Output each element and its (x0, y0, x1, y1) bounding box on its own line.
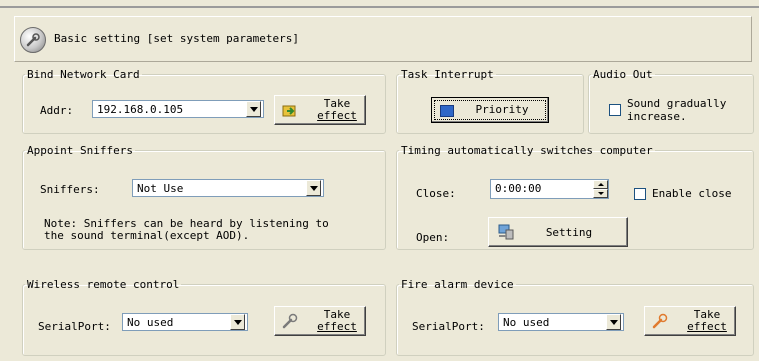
setting-button[interactable]: Setting (488, 217, 628, 247)
take-effect-line2: effect (317, 320, 357, 333)
sniffers-note: Note: Sniffers can be heard by listening… (44, 217, 329, 242)
wrench-icon (20, 27, 46, 53)
open-label: Open: (416, 231, 450, 244)
serialport-label: SerialPort: (38, 320, 111, 333)
sniffers-label: Sniffers: (40, 183, 100, 196)
take-effect-line2: effect (317, 109, 357, 122)
take-effect-button[interactable]: Take effect (274, 95, 366, 125)
chevron-down-icon[interactable] (306, 180, 321, 196)
priority-button[interactable]: Priority (431, 97, 549, 123)
spin-up-icon[interactable] (593, 180, 608, 189)
sound-gradually-checkbox[interactable] (609, 104, 621, 116)
wrench-icon (651, 312, 669, 330)
spin-down-icon[interactable] (593, 189, 608, 198)
close-label: Close: (416, 187, 456, 200)
addr-label: Addr: (40, 104, 74, 117)
group-legend: Timing automatically switches computer (401, 144, 653, 157)
take-effect-button[interactable]: Take effect (644, 306, 736, 336)
serialport-label: SerialPort: (412, 320, 485, 333)
chevron-down-icon[interactable] (246, 101, 261, 117)
computer-icon (497, 223, 515, 241)
group-legend: Appoint Sniffers (27, 144, 133, 157)
chevron-down-icon[interactable] (230, 314, 245, 330)
enable-close-checkbox[interactable] (634, 188, 646, 200)
group-legend: Bind Network Card (27, 68, 140, 81)
time-spinner[interactable] (593, 180, 608, 198)
chevron-down-icon[interactable] (606, 314, 621, 330)
sound-gradually-label: Sound gradually increase. (627, 97, 727, 123)
top-divider (0, 6, 759, 8)
arrow-icon (281, 101, 299, 119)
addr-select[interactable]: 192.168.0.105 (92, 100, 264, 118)
priority-label: Priority (475, 103, 529, 116)
page-title: Basic setting [set system parameters] (54, 32, 300, 45)
take-effect-button[interactable]: Take effect (274, 306, 366, 336)
enable-close-label: Enable close (652, 187, 732, 200)
window-icon (440, 105, 454, 117)
setting-label: Setting (545, 226, 593, 239)
take-effect-line2: effect (687, 320, 727, 333)
sniffers-select[interactable]: Not Use (132, 179, 324, 197)
group-legend: Audio Out (593, 68, 653, 81)
wrench-icon (281, 312, 299, 330)
close-time-input[interactable]: 0:00:00 (490, 179, 609, 199)
group-legend: Task Interrupt (401, 68, 494, 81)
group-legend: Wireless remote control (27, 278, 180, 291)
group-legend: Fire alarm device (401, 278, 514, 291)
